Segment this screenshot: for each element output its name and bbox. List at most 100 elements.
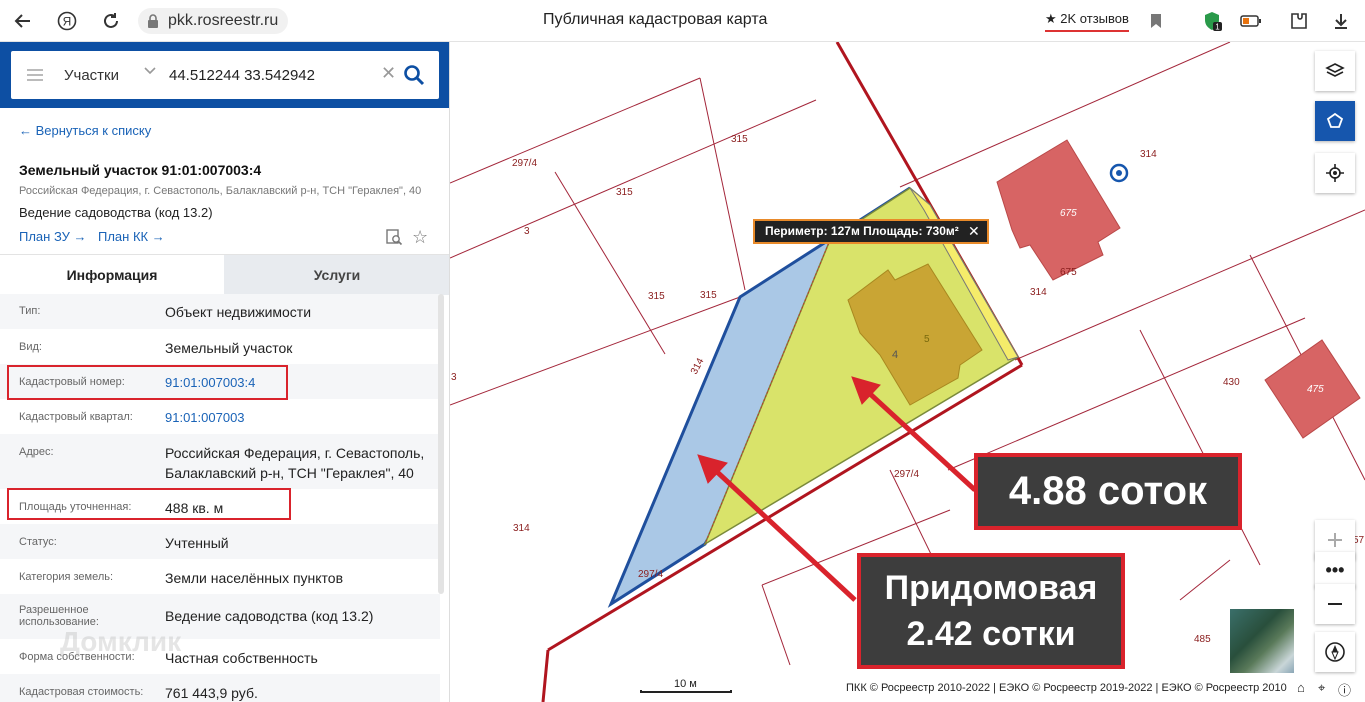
- map-label: 314: [1140, 149, 1157, 160]
- clear-icon[interactable]: ✕: [381, 63, 396, 84]
- compass-icon: [1325, 642, 1345, 662]
- bookmark-icon[interactable]: [1143, 8, 1169, 34]
- battery-icon[interactable]: [1238, 8, 1264, 34]
- highlight-area: [7, 488, 291, 520]
- map-label: 315: [616, 187, 633, 198]
- map-label: 314: [513, 523, 530, 534]
- row-value: Земли населённых пунктов: [165, 570, 344, 586]
- back-to-list-link[interactable]: ← Вернуться к списку: [19, 123, 151, 138]
- map-label: 3: [524, 226, 530, 237]
- page-title: Публичная кадастровая карта: [543, 11, 768, 28]
- row-value: Учтенный: [165, 535, 229, 551]
- url-text: pkk.rosreestr.ru: [168, 12, 279, 29]
- target-icon[interactable]: ⌖: [1318, 680, 1325, 696]
- search-input[interactable]: 44.512244 33.542942: [169, 67, 315, 84]
- parcel-address: Российская Федерация, г. Севастополь, Ба…: [19, 185, 422, 197]
- search-type-select[interactable]: Участки: [64, 67, 119, 84]
- map-label: 297/4: [638, 569, 663, 580]
- address-bar[interactable]: pkk.rosreestr.ru: [138, 8, 289, 34]
- scale-bar: [640, 690, 732, 693]
- row-value: Земельный участок: [165, 340, 293, 356]
- map-label: 314: [1030, 287, 1047, 298]
- zoom-out-button[interactable]: [1315, 584, 1355, 624]
- table-row: Вид: Земельный участок: [0, 329, 440, 364]
- layers-button[interactable]: [1315, 51, 1355, 91]
- favorite-star-icon[interactable]: ☆: [412, 227, 428, 248]
- reviews-badge[interactable]: ★ 2K отзывов: [1045, 11, 1129, 32]
- row-value: Частная собственность: [165, 650, 318, 666]
- row-value: Ведение садоводства (код 13.2): [165, 608, 374, 624]
- plan-zu-link[interactable]: План ЗУ →: [19, 229, 87, 244]
- table-row: Тип: Объект недвижимости: [0, 294, 440, 329]
- menu-icon[interactable]: [27, 69, 43, 81]
- chevron-down-icon[interactable]: [144, 63, 156, 79]
- parcel-use: Ведение садоводства (код 13.2): [19, 205, 213, 220]
- map-label: 485: [1194, 634, 1211, 645]
- search-icon[interactable]: [403, 64, 425, 86]
- close-icon[interactable]: ✕: [968, 221, 980, 242]
- cadastral-quarter-link[interactable]: 91:01:007003: [165, 408, 245, 428]
- callout-yard-line2: 2.42 сотки: [906, 615, 1076, 653]
- search-box[interactable]: Участки 44.512244 33.542942 ✕: [11, 51, 439, 99]
- row-label: Адрес:: [19, 446, 54, 458]
- pentagon-icon: [1326, 112, 1344, 128]
- select-area-button[interactable]: [1315, 101, 1355, 141]
- measurement-tooltip: Периметр: 127м Площадь: 730м² ✕: [753, 219, 989, 244]
- highlight-cadastral-number: [7, 365, 288, 400]
- tab-services[interactable]: Услуги: [224, 255, 449, 295]
- reload-icon[interactable]: [98, 8, 124, 34]
- locate-button[interactable]: [1315, 153, 1355, 193]
- download-icon[interactable]: [1328, 8, 1354, 34]
- scale-label: 10 м: [674, 678, 697, 690]
- row-label: Разрешенное использование:: [19, 604, 99, 628]
- map-label: 315: [648, 291, 665, 302]
- back-arrow-icon[interactable]: [10, 8, 36, 34]
- row-label: Категория земель:: [19, 571, 114, 583]
- row-label: Кадастровый квартал:: [19, 411, 133, 423]
- svg-text:Я: Я: [63, 15, 72, 29]
- map-label: 475: [1307, 384, 1324, 395]
- yandex-logo-icon[interactable]: Я: [54, 8, 80, 34]
- table-row: Кадастровая стоимость: 761 443,9 руб.: [0, 674, 440, 702]
- minus-icon: [1328, 603, 1342, 605]
- reviews-text: 2K отзывов: [1060, 11, 1129, 26]
- map-label: 3: [451, 372, 457, 383]
- plan-kk-link[interactable]: План КК →: [98, 229, 165, 244]
- table-row: Кадастровый квартал: 91:01:007003: [0, 399, 440, 434]
- document-search-icon[interactable]: [385, 228, 403, 246]
- more-button[interactable]: •••: [1315, 552, 1355, 588]
- search-header: Участки 44.512244 33.542942 ✕: [0, 42, 449, 108]
- table-row: Категория земель: Земли населённых пункт…: [0, 559, 440, 594]
- table-row: Статус: Учтенный: [0, 524, 440, 559]
- crosshair-icon: [1326, 164, 1344, 182]
- map-label: 315: [731, 134, 748, 145]
- lock-icon: [148, 14, 158, 28]
- map-label: 314: [689, 356, 707, 376]
- browser-toolbar: Я pkk.rosreestr.ru Публичная кадастровая…: [0, 0, 1365, 42]
- home-icon[interactable]: ⌂: [1297, 680, 1305, 695]
- satellite-basemap-thumbnail[interactable]: [1230, 609, 1294, 673]
- map-label: 675: [1060, 208, 1077, 219]
- compass-button[interactable]: [1315, 632, 1355, 672]
- tab-information[interactable]: Информация: [0, 255, 224, 295]
- map-label: 675: [1060, 267, 1077, 278]
- dots-icon: •••: [1325, 560, 1345, 580]
- svg-text:1: 1: [1215, 23, 1220, 32]
- row-value: Российская Федерация, г. Севастополь, Ба…: [165, 445, 425, 481]
- tooltip-text: Периметр: 127м Площадь: 730м²: [765, 224, 959, 238]
- parcel-title: Земельный участок 91:01:007003:4: [19, 162, 262, 178]
- protect-shield-icon[interactable]: 1: [1199, 8, 1225, 34]
- plus-icon: [1328, 533, 1342, 547]
- map-label: 430: [1223, 377, 1240, 388]
- domclick-watermark: Домклик: [60, 626, 182, 657]
- copyright-text: ПКК © Росреестр 2010-2022 | ЕЭКО © Росре…: [846, 682, 1287, 694]
- table-row: Адрес: Российская Федерация, г. Севастоп…: [0, 434, 440, 489]
- row-label: Тип:: [19, 305, 41, 317]
- info-icon[interactable]: ⓘ: [1338, 680, 1351, 699]
- extensions-icon[interactable]: [1286, 8, 1312, 34]
- map-label: 315: [700, 290, 717, 301]
- star-icon: ★: [1045, 11, 1057, 26]
- callout-yard-line1: Придомовая: [884, 569, 1098, 607]
- panel-scrollbar[interactable]: [438, 294, 444, 594]
- tab-bar: Информация Услуги: [0, 254, 449, 295]
